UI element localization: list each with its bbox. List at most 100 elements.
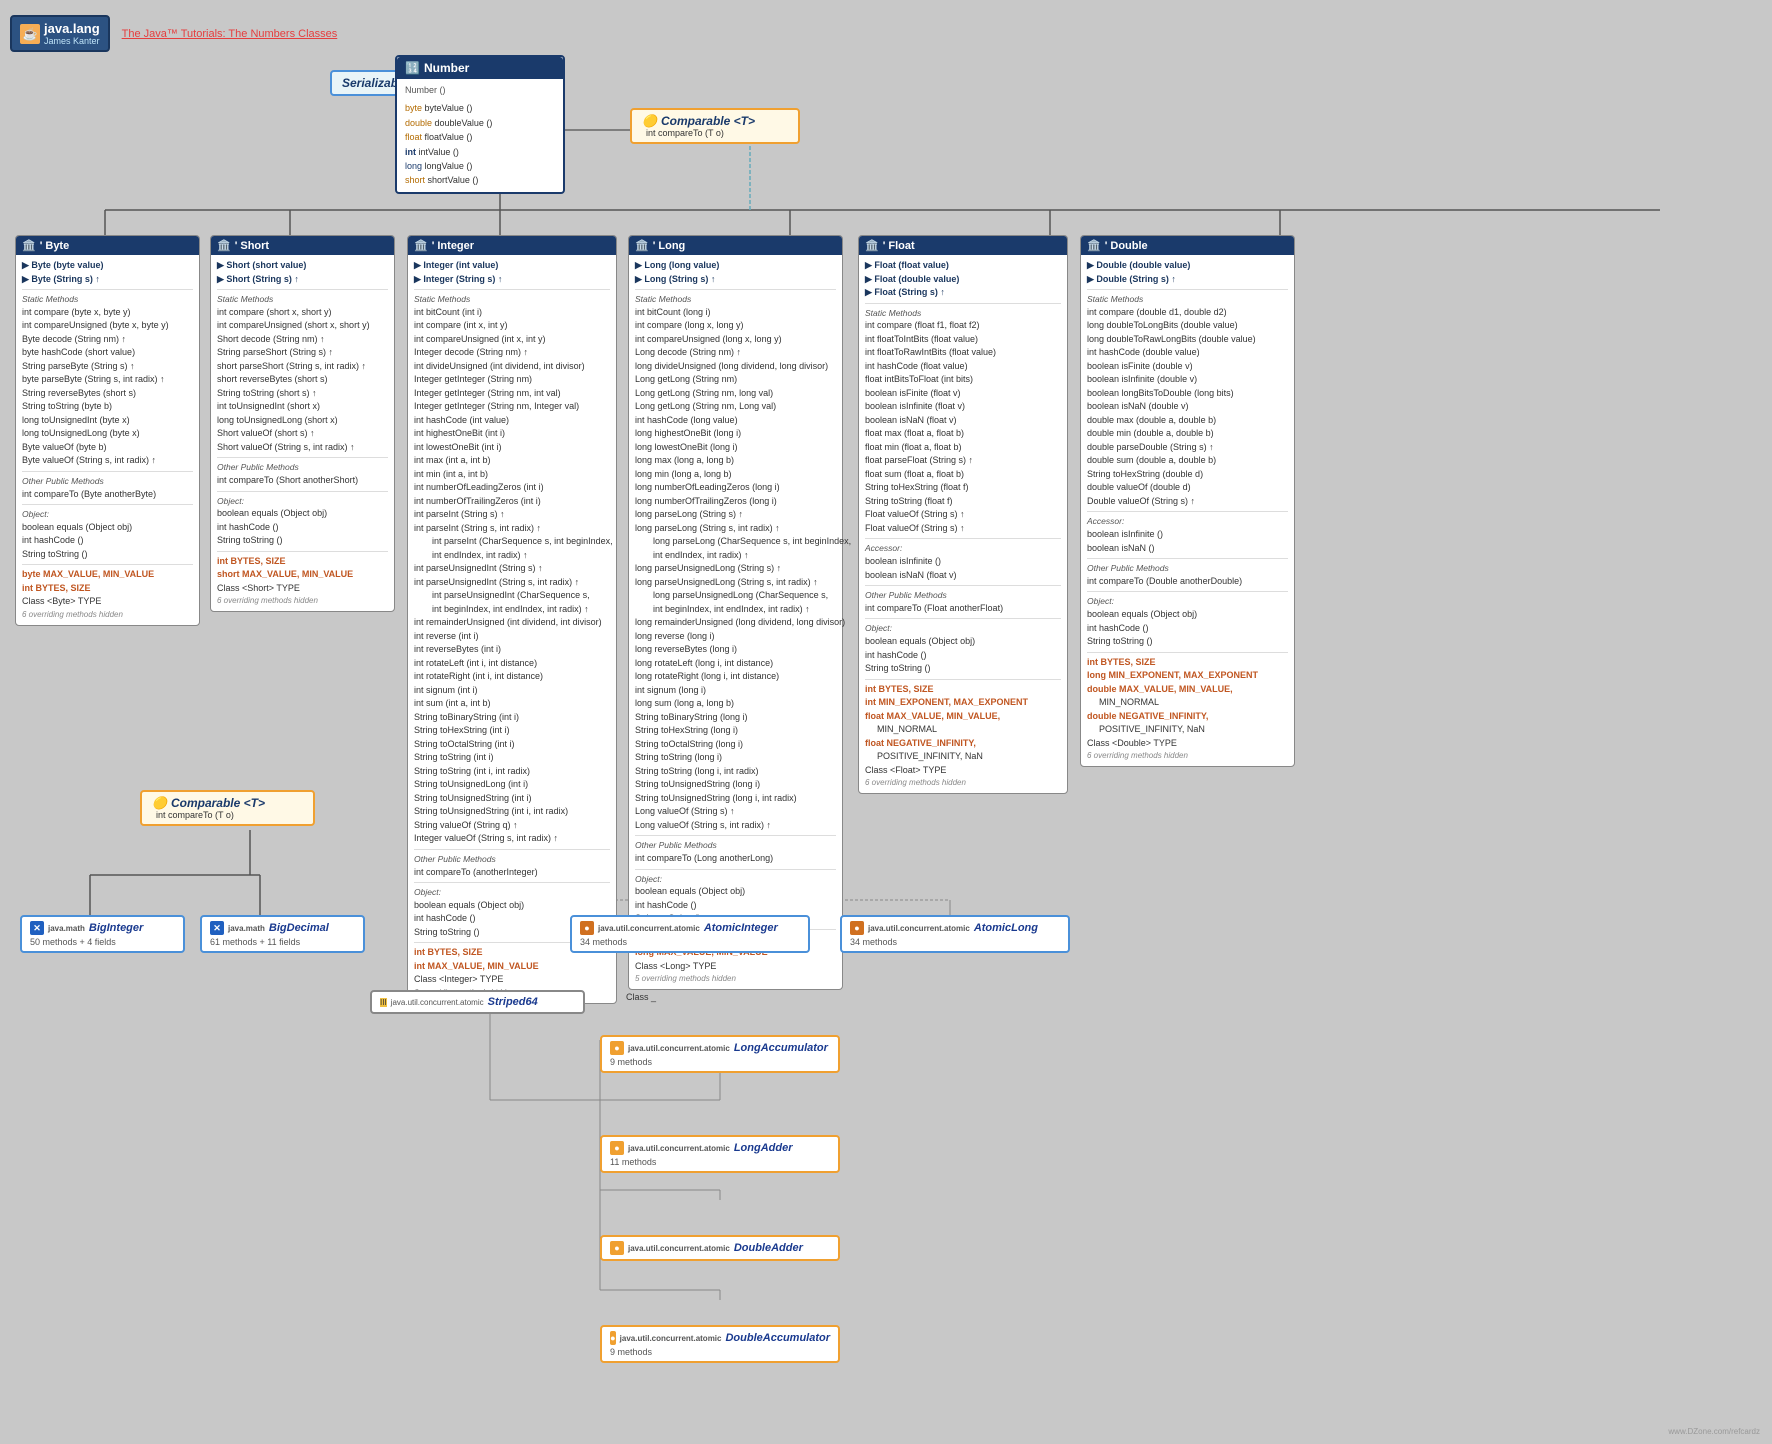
double-m14: double valueOf (double d)	[1087, 481, 1288, 495]
float-f4: MIN_NORMAL	[865, 723, 1061, 737]
float-m11: float parseFloat (String s) ↑	[865, 454, 1061, 468]
byte-m10: long toUnsignedLong (byte x)	[22, 427, 193, 441]
long-line2: ▶ Long (String s) ↑	[635, 273, 836, 287]
long-m42: int hashCode ()	[635, 899, 836, 913]
byte-m3: Byte decode (String nm) ↑	[22, 333, 193, 347]
long-class-box: 🏛️ ' Long ▶ Long (long value) ▶ Long (St…	[628, 235, 843, 990]
int-m25: int reverse (int i)	[414, 630, 610, 644]
int-object-label: Object:	[414, 886, 610, 899]
long-m8: Long getLong (String nm, Long val)	[635, 400, 836, 414]
double-m2: long doubleToLongBits (double value)	[1087, 319, 1288, 333]
short-m7: String toString (short s) ↑	[217, 387, 388, 401]
double-icon: 🏛️	[1087, 239, 1101, 252]
striped64-icon: III	[380, 998, 387, 1007]
byte-f1: byte MAX_VALUE, MIN_VALUE	[22, 568, 193, 582]
int-m30: int sum (int a, int b)	[414, 697, 610, 711]
double-m11: double parseDouble (String s) ↑	[1087, 441, 1288, 455]
int-f2: int MAX_VALUE, MIN_VALUE	[414, 960, 610, 974]
long-m30: long sum (long a, long b)	[635, 697, 836, 711]
long-m41: boolean equals (Object obj)	[635, 885, 836, 899]
float-object-label: Object:	[865, 622, 1061, 635]
float-header-label: ' Float	[883, 240, 915, 252]
int-m16: int parseInt (String s) ↑	[414, 508, 610, 522]
int-m24: int remainderUnsigned (int dividend, int…	[414, 616, 610, 630]
tutorial-link[interactable]: The Java™ Tutorials: The Numbers Classes	[122, 28, 338, 40]
float-header: 🏛️ ' Float	[859, 236, 1067, 255]
float-icon: 🏛️	[865, 239, 879, 252]
long-m1: int bitCount (long i)	[635, 306, 836, 320]
long-m25: long reverse (long i)	[635, 630, 836, 644]
short-m3: Short decode (String nm) ↑	[217, 333, 388, 347]
short-m12: int compareTo (Short anotherShort)	[217, 474, 388, 488]
byte-f3: Class <Byte> TYPE	[22, 595, 193, 609]
app-subtitle: James Kanter	[44, 36, 100, 46]
short-f2: short MAX_VALUE, MIN_VALUE	[217, 568, 388, 582]
byte-m9: long toUnsignedInt (byte x)	[22, 414, 193, 428]
int-f3: Class <Integer> TYPE	[414, 973, 610, 987]
long-m31: String toBinaryString (long i)	[635, 711, 836, 725]
int-m11: int lowestOneBit (int i)	[414, 441, 610, 455]
int-m34: String toString (int i)	[414, 751, 610, 765]
float-m6: boolean isFinite (float v)	[865, 387, 1061, 401]
long-m35: String toString (long i, int radix)	[635, 765, 836, 779]
int-m21: int parseUnsignedInt (String s, int radi…	[414, 576, 610, 590]
short-m15: String toString ()	[217, 534, 388, 548]
short-static-label: Static Methods	[217, 293, 388, 306]
number-method-2: double doubleValue ()	[405, 116, 555, 130]
double-f1: int BYTES, SIZE	[1087, 656, 1288, 670]
double-header: 🏛️ ' Double	[1081, 236, 1294, 255]
float-f2: int MIN_EXPONENT, MAX_EXPONENT	[865, 696, 1061, 710]
atomicinteger-box: ● java.util.concurrent.atomic AtomicInte…	[570, 915, 810, 953]
double-m10: double min (double a, double b)	[1087, 427, 1288, 441]
double-m6: boolean isInfinite (double v)	[1087, 373, 1288, 387]
biginteger-header: ✕ java.math BigInteger	[30, 921, 175, 935]
float-m4: int hashCode (float value)	[865, 360, 1061, 374]
double-m18: int compareTo (Double anotherDouble)	[1087, 575, 1288, 589]
long-m12: long max (long a, long b)	[635, 454, 836, 468]
long-m22: long parseUnsignedLong (CharSequence s,	[635, 589, 836, 603]
int-m9: int hashCode (int value)	[414, 414, 610, 428]
float-m14: String toString (float f)	[865, 495, 1061, 509]
float-m2: int floatToIntBits (float value)	[865, 333, 1061, 347]
float-m12: float sum (float a, float b)	[865, 468, 1061, 482]
int-m12: int max (int a, int b)	[414, 454, 610, 468]
number-method-5: long longValue ()	[405, 159, 555, 173]
int-m3: int compareUnsigned (int x, int y)	[414, 333, 610, 347]
float-static-label: Static Methods	[865, 307, 1061, 320]
float-m10: float min (float a, float b)	[865, 441, 1061, 455]
double-static-label: Static Methods	[1087, 293, 1288, 306]
int-m18: int parseInt (CharSequence s, int beginI…	[414, 535, 610, 549]
double-m7: boolean longBitsToDouble (long bits)	[1087, 387, 1288, 401]
float-line2: ▶ Float (double value)	[865, 273, 1061, 287]
int-m42: boolean equals (Object obj)	[414, 899, 610, 913]
comparable-bottom-icon: 🟡	[152, 796, 167, 810]
long-m26: long reverseBytes (long i)	[635, 643, 836, 657]
byte-icon: 🏛️	[22, 239, 36, 252]
short-m11: Short valueOf (String s, int radix) ↑	[217, 441, 388, 455]
double-m13: String toHexString (double d)	[1087, 468, 1288, 482]
short-line1: ▶ Short (short value)	[217, 259, 388, 273]
byte-line2: ▶ Byte (String s) ↑	[22, 273, 193, 287]
atomicinteger-detail: 34 methods	[580, 937, 800, 947]
byte-m5: String parseByte (String s) ↑	[22, 360, 193, 374]
int-m39: String valueOf (String q) ↑	[414, 819, 610, 833]
int-m38: String toUnsignedString (int i, int radi…	[414, 805, 610, 819]
short-m2: int compareUnsigned (short x, short y)	[217, 319, 388, 333]
short-line2: ▶ Short (String s) ↑	[217, 273, 388, 287]
double-f7: Class <Double> TYPE	[1087, 737, 1288, 751]
longaccumulator-title: LongAccumulator	[734, 1042, 828, 1054]
short-m6: short reverseBytes (short s)	[217, 373, 388, 387]
app-title: java.lang	[44, 21, 100, 36]
int-m10: int highestOneBit (int i)	[414, 427, 610, 441]
double-f6: POSITIVE_INFINITY, NaN	[1087, 723, 1288, 737]
bigdecimal-header: ✕ java.math BigDecimal	[210, 921, 355, 935]
float-f6: POSITIVE_INFINITY, NaN	[865, 750, 1061, 764]
byte-static-label: Static Methods	[22, 293, 193, 306]
byte-m4: byte hashCode (short value)	[22, 346, 193, 360]
double-m21: String toString ()	[1087, 635, 1288, 649]
long-m7: Long getLong (String nm, long val)	[635, 387, 836, 401]
byte-m16: String toString ()	[22, 548, 193, 562]
long-m38: Long valueOf (String s) ↑	[635, 805, 836, 819]
long-m40: int compareTo (Long anotherLong)	[635, 852, 836, 866]
int-m1: int bitCount (int i)	[414, 306, 610, 320]
